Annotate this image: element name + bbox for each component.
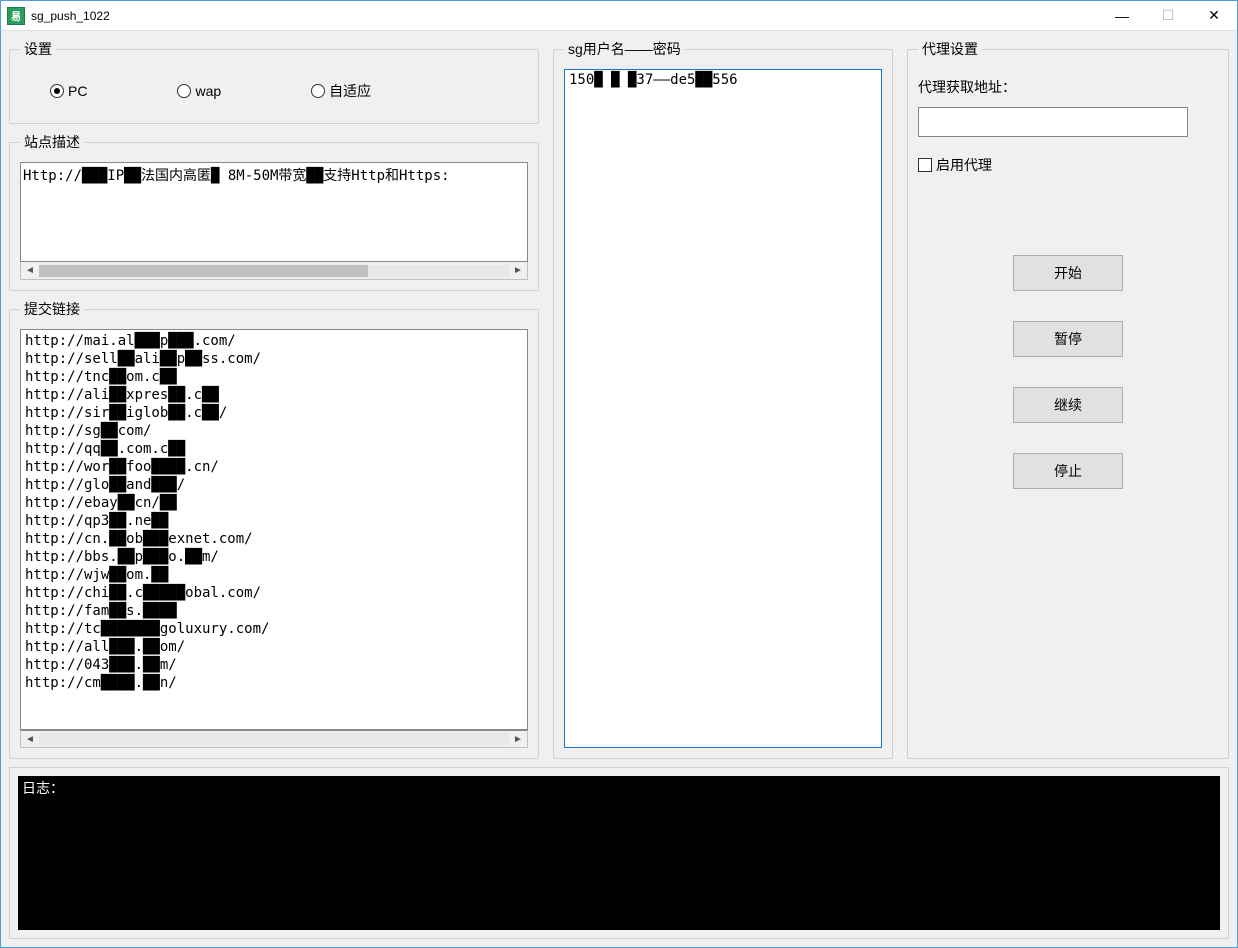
proxy-legend: 代理设置	[918, 39, 982, 59]
app-icon: 易	[7, 7, 25, 25]
submit-links-group: 提交链接 http://mai.al███p███.com/ http://se…	[9, 299, 539, 759]
maximize-button: ☐	[1145, 1, 1191, 31]
radio-auto-label: 自适应	[329, 81, 371, 101]
client-area: 设置 PC wap 自适应	[1, 31, 1237, 947]
middle-column: sg用户名——密码 150█ █ █37——de5██556	[553, 39, 893, 759]
log-output[interactable]: 日志：	[18, 776, 1220, 930]
button-column: 开始 暂停 继续 停止	[918, 255, 1218, 489]
proxy-address-label: 代理获取地址：	[918, 77, 1218, 97]
site-desc-group: 站点描述 Http://███IP██法国内高匿█ 8M-50M带宽██支持Ht…	[9, 132, 539, 291]
proxy-group: 代理设置 代理获取地址： 启用代理 开始 暂停 继续 停止	[907, 39, 1229, 759]
radio-icon	[50, 84, 64, 98]
radio-auto[interactable]: 自适应	[311, 81, 371, 101]
start-button[interactable]: 开始	[1013, 255, 1123, 291]
hscrollbar[interactable]: ◄ ►	[20, 262, 528, 280]
settings-group: 设置 PC wap 自适应	[9, 39, 539, 124]
proxy-address-input[interactable]	[918, 107, 1188, 137]
submit-links-input[interactable]: http://mai.al███p███.com/ http://sell██a…	[20, 329, 528, 730]
log-panel: 日志：	[9, 767, 1229, 939]
left-column: 设置 PC wap 自适应	[9, 39, 539, 759]
submit-links-legend: 提交链接	[20, 299, 84, 319]
window-controls: — ☐ ✕	[1099, 1, 1237, 31]
top-row: 设置 PC wap 自适应	[9, 39, 1229, 759]
right-column: 代理设置 代理获取地址： 启用代理 开始 暂停 继续 停止	[907, 39, 1229, 759]
pause-button[interactable]: 暂停	[1013, 321, 1123, 357]
radio-pc-label: PC	[68, 83, 87, 99]
scroll-left-icon[interactable]: ◄	[21, 263, 39, 279]
radio-icon	[311, 84, 325, 98]
site-desc-legend: 站点描述	[20, 132, 84, 152]
enable-proxy-label: 启用代理	[936, 155, 992, 175]
scroll-right-icon[interactable]: ►	[509, 263, 527, 279]
close-button[interactable]: ✕	[1191, 1, 1237, 31]
site-desc-input[interactable]: Http://███IP██法国内高匿█ 8M-50M带宽██支持Http和Ht…	[20, 162, 528, 262]
checkbox-icon	[918, 158, 932, 172]
scroll-right-icon[interactable]: ►	[509, 731, 527, 747]
minimize-button[interactable]: —	[1099, 1, 1145, 31]
enable-proxy-checkbox[interactable]: 启用代理	[918, 155, 1218, 175]
radio-wap[interactable]: wap	[177, 83, 221, 99]
app-window: 易 sg_push_1022 — ☐ ✕ 设置 PC	[0, 0, 1238, 948]
user-pwd-input[interactable]: 150█ █ █37——de5██556	[564, 69, 882, 748]
radio-icon	[177, 84, 191, 98]
scroll-track[interactable]	[39, 733, 509, 745]
titlebar: 易 sg_push_1022 — ☐ ✕	[1, 1, 1237, 31]
user-pwd-group: sg用户名——密码 150█ █ █37——de5██556	[553, 39, 893, 759]
radio-pc[interactable]: PC	[50, 83, 87, 99]
radio-row: PC wap 自适应	[20, 69, 528, 113]
hscrollbar[interactable]: ◄ ►	[20, 730, 528, 748]
window-title: sg_push_1022	[31, 9, 1099, 23]
user-pwd-legend: sg用户名——密码	[564, 39, 685, 59]
settings-legend: 设置	[20, 39, 56, 59]
resume-button[interactable]: 继续	[1013, 387, 1123, 423]
scroll-left-icon[interactable]: ◄	[21, 731, 39, 747]
links-box: http://mai.al███p███.com/ http://sell██a…	[20, 329, 528, 730]
scroll-thumb[interactable]	[39, 265, 368, 277]
radio-wap-label: wap	[195, 83, 221, 99]
scroll-track[interactable]	[39, 265, 509, 277]
stop-button[interactable]: 停止	[1013, 453, 1123, 489]
